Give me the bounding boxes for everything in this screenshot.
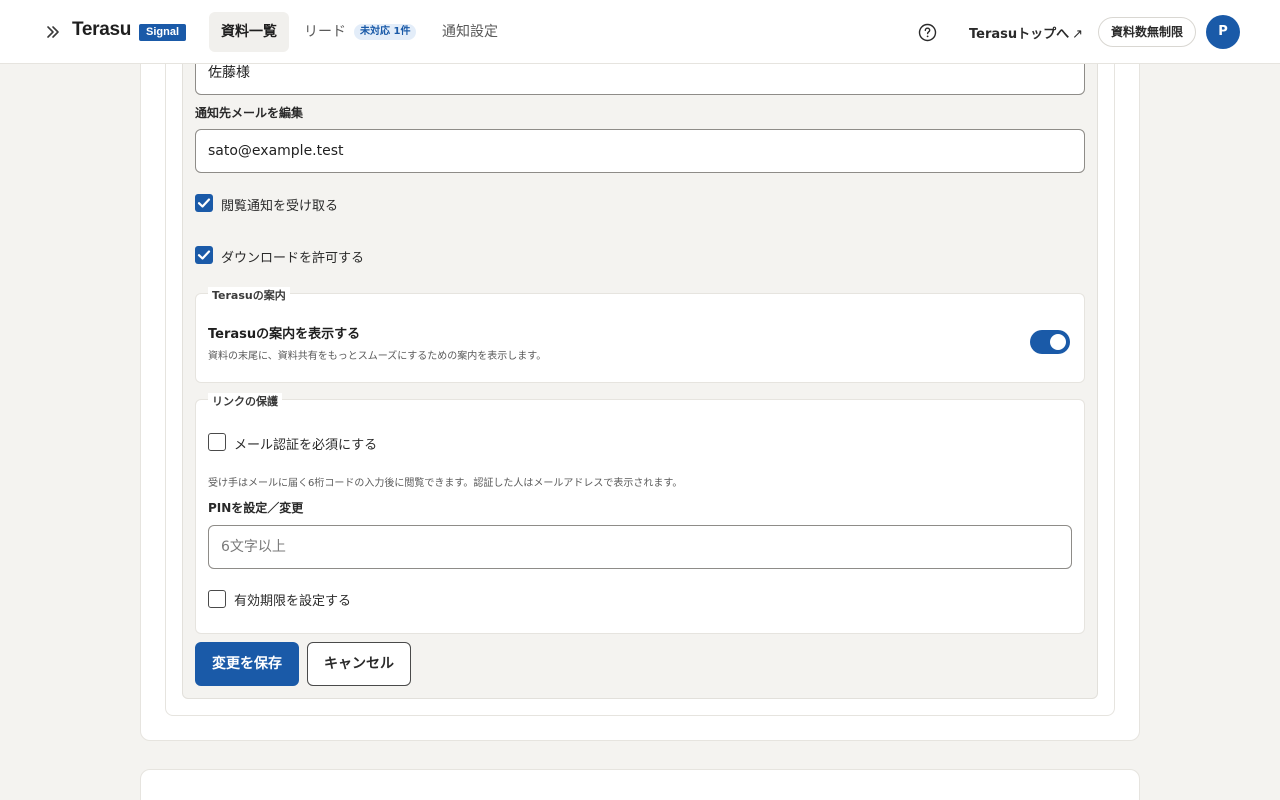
tab-notification-settings[interactable]: 通知設定 (442, 12, 498, 52)
leads-count-badge: 未対応 1件 (354, 24, 417, 40)
next-document-card (140, 769, 1140, 800)
email-auth-checkbox[interactable] (208, 433, 226, 451)
brand-badge: Signal (139, 24, 187, 41)
guide-description: 資料の末尾に、資料共有をもっとスムーズにするための案内を表示します。 (208, 351, 547, 362)
protection-legend: リンクの保護 (208, 393, 282, 409)
tab-notification-settings-label: 通知設定 (442, 24, 498, 40)
cancel-button[interactable]: キャンセル (307, 642, 411, 686)
checkmark-icon (197, 198, 211, 208)
pin-input[interactable]: 6文字以上 (208, 525, 1072, 569)
expand-sidebar-icon[interactable] (44, 23, 62, 41)
user-avatar[interactable]: P (1206, 15, 1240, 49)
pin-field-label: PINを設定／変更 (208, 501, 304, 515)
external-link-icon: ↗ (1072, 27, 1084, 42)
tab-leads[interactable]: リード 未対応 1件 (304, 12, 417, 52)
email-auth-help: 受け手はメールに届く6桁コードの入力後に閲覧できます。認証した人はメールアドレス… (208, 478, 683, 489)
notify-email-input[interactable]: sato@example.test (195, 129, 1085, 173)
checkmark-icon (197, 250, 211, 260)
tab-documents[interactable]: 資料一覧 (209, 12, 289, 52)
email-field-label: 通知先メールを編集 (195, 106, 304, 120)
top-header: Terasu Signal 資料一覧 リード 未対応 1件 通知設定 Terasu… (0, 0, 1280, 64)
plan-badge[interactable]: 資料数無制限 (1098, 17, 1197, 47)
terasu-top-link[interactable]: Terasuトップへ ↗ (969, 23, 1083, 42)
view-notify-label[interactable]: 閲覧通知を受け取る (221, 195, 338, 214)
brand-logo[interactable]: Terasu (72, 19, 131, 41)
email-auth-label[interactable]: メール認証を必須にする (234, 434, 377, 453)
guide-legend: Terasuの案内 (208, 287, 290, 303)
guide-title: Terasuの案内を表示する (208, 327, 361, 342)
guide-toggle[interactable] (1030, 330, 1070, 354)
tab-leads-label: リード (304, 24, 346, 40)
help-icon[interactable] (918, 23, 937, 42)
expiry-checkbox[interactable] (208, 590, 226, 608)
save-button[interactable]: 変更を保存 (195, 642, 299, 686)
view-notify-checkbox[interactable] (195, 194, 213, 212)
tab-documents-label: 資料一覧 (221, 24, 277, 40)
terasu-top-link-label: Terasuトップへ (969, 27, 1070, 42)
toggle-knob (1050, 334, 1066, 350)
expiry-label[interactable]: 有効期限を設定する (234, 590, 351, 609)
allow-download-label[interactable]: ダウンロードを許可する (221, 247, 364, 266)
allow-download-checkbox[interactable] (195, 246, 213, 264)
